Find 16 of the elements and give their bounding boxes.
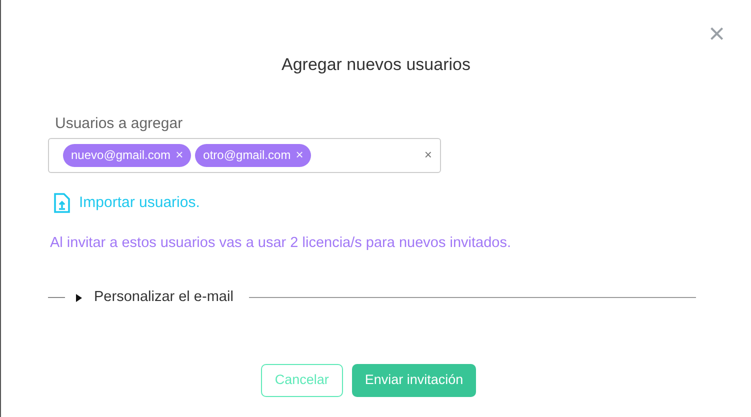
clear-button[interactable]: × [424, 145, 432, 165]
dialog-title: Agregar nuevos usuarios [281, 54, 470, 76]
send-invitation-button[interactable]: Enviar invitación [352, 364, 476, 396]
email-tag: nuevo@gmail.com × [63, 144, 192, 166]
remove-tag-button[interactable]: × [176, 145, 184, 165]
close-button[interactable]: × [708, 20, 725, 48]
users-field[interactable]: nuevo@gmail.com × otro@gmail.com × × [48, 138, 441, 172]
customize-email-toggle[interactable]: Personalizar el e-mail [76, 286, 234, 308]
file-upload-icon [54, 192, 70, 213]
remove-tag-button[interactable]: × [296, 145, 304, 165]
import-users-link[interactable]: Importar usuarios. [79, 192, 200, 214]
field-label: Usuarios a agregar [55, 114, 183, 132]
license-notice: Al invitar a estos usuarios vas a usar 2 licencia/s para nuevos invitados. [49, 234, 512, 253]
cancel-button[interactable]: Cancelar [260, 364, 343, 396]
caret-icon [76, 294, 82, 302]
email-tag: otro@gmail.com × [195, 144, 312, 166]
